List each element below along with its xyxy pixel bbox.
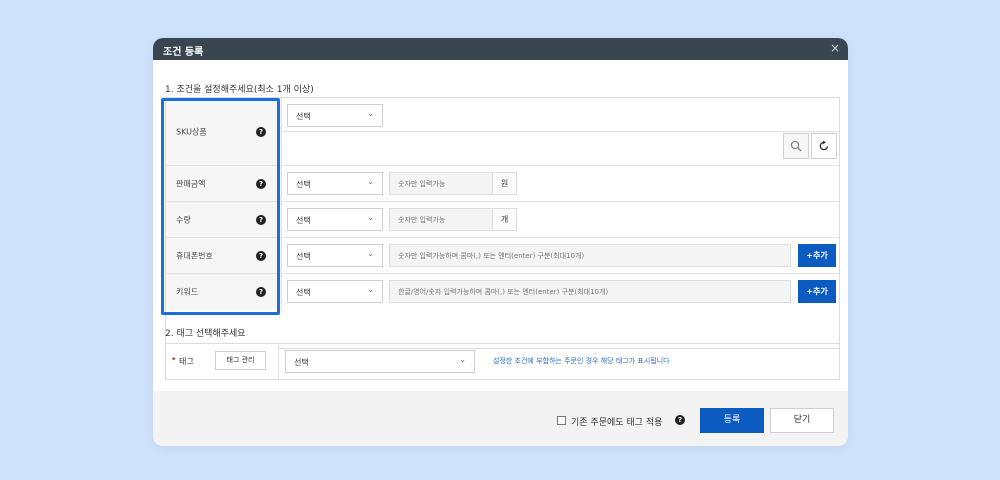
apply-existing-label[interactable]: 기존 주문에도 태그 적용 xyxy=(571,415,662,428)
condition-label-amount: 판매금액 ? xyxy=(166,166,282,201)
reset-button[interactable] xyxy=(811,133,837,159)
modal-title: 조건 등록 xyxy=(163,47,204,58)
keyword-select[interactable]: 선택 ⌄ xyxy=(287,280,383,303)
apply-existing-checkbox[interactable] xyxy=(557,416,566,425)
select-value: 선택 xyxy=(294,358,309,367)
condition-label-quantity: 수량 ? xyxy=(166,202,282,237)
search-button[interactable] xyxy=(783,133,809,159)
tag-label: 태그 xyxy=(179,357,194,366)
tag-hint-text: 설정한 조건에 부합하는 주문인 경우 해당 태그가 표시됩니다 xyxy=(493,357,670,365)
tag-manage-button[interactable]: 태그 관리 xyxy=(215,351,266,370)
quantity-input[interactable] xyxy=(389,208,493,231)
chevron-down-icon: ⌄ xyxy=(367,177,374,186)
register-button[interactable]: 등록 xyxy=(700,408,764,433)
modal-footer: 기존 주문에도 태그 적용 ? 등록 닫기 xyxy=(153,391,848,446)
help-icon[interactable]: ? xyxy=(256,214,266,225)
amount-input[interactable] xyxy=(389,172,493,195)
section-2-title: 2. 태그 선택해주세요 xyxy=(165,329,246,339)
condition-register-modal: 조건 등록 × 1. 조건을 설정해주세요(최소 1개 이상) SKU상품 ? … xyxy=(153,38,848,446)
condition-row-sku: SKU상품 ? 선택 ⌄ xyxy=(166,98,839,166)
help-icon[interactable]: ? xyxy=(675,415,685,425)
amount-select[interactable]: 선택 ⌄ xyxy=(287,172,383,195)
search-icon xyxy=(790,140,802,152)
help-icon[interactable]: ? xyxy=(256,287,266,297)
condition-label-text: SKU상품 xyxy=(176,127,207,136)
condition-label-text: 휴대폰번호 xyxy=(176,251,213,260)
chevron-down-icon: ⌄ xyxy=(459,355,466,364)
add-phone-button[interactable]: +추가 xyxy=(798,244,836,267)
condition-label-phone: 휴대폰번호 ? xyxy=(166,238,282,273)
condition-label-text: 키워드 xyxy=(176,287,199,297)
help-icon[interactable]: ? xyxy=(256,178,266,189)
condition-table: SKU상품 ? 선택 ⌄ 판매금액 ? 선택 ⌄ 숫자만 입력가능 원 수량 ?… xyxy=(165,97,840,349)
condition-label-text: 수량 xyxy=(176,215,191,224)
select-value: 선택 xyxy=(296,180,311,189)
chevron-down-icon: ⌄ xyxy=(367,285,374,294)
quantity-select[interactable]: 선택 ⌄ xyxy=(287,208,383,231)
select-value: 선택 xyxy=(296,252,311,261)
chevron-down-icon: ⌄ xyxy=(367,109,374,118)
condition-label-text: 판매금액 xyxy=(176,179,206,188)
sku-select[interactable]: 선택 ⌄ xyxy=(287,104,383,127)
phone-select[interactable]: 선택 ⌄ xyxy=(287,244,383,267)
tag-table: • 태그 태그 관리 선택 ⌄ 설정한 조건에 부합하는 주문인 경우 해당 태… xyxy=(165,343,840,380)
select-value: 선택 xyxy=(296,112,311,121)
close-button[interactable]: 닫기 xyxy=(770,408,834,433)
select-value: 선택 xyxy=(296,216,311,225)
phone-input[interactable] xyxy=(389,244,791,267)
help-icon[interactable]: ? xyxy=(256,126,266,137)
add-keyword-button[interactable]: +추가 xyxy=(798,280,836,303)
tag-select[interactable]: 선택 ⌄ xyxy=(285,350,475,373)
divider xyxy=(283,131,839,132)
condition-row-phone: 휴대폰번호 ? 선택 ⌄ +추가 xyxy=(166,238,839,274)
modal-titlebar: 조건 등록 × xyxy=(153,38,848,60)
chevron-down-icon: ⌄ xyxy=(367,213,374,222)
chevron-down-icon: ⌄ xyxy=(367,249,374,258)
keyword-input[interactable] xyxy=(389,280,791,303)
quantity-unit: 개 xyxy=(493,208,517,231)
tag-label-cell: • 태그 태그 관리 xyxy=(166,344,279,379)
condition-row-amount: 판매금액 ? 선택 ⌄ 원 xyxy=(166,166,839,202)
refresh-icon xyxy=(819,140,829,151)
amount-unit: 원 xyxy=(493,172,517,195)
close-icon[interactable]: × xyxy=(830,41,840,55)
condition-label-keyword: 키워드 ? xyxy=(166,274,282,310)
condition-row-keyword: 키워드 ? 선택 ⌄ +추가 xyxy=(166,274,839,310)
condition-row-quantity: 수량 ? 선택 ⌄ 개 xyxy=(166,202,839,238)
condition-label-sku: SKU상품 ? xyxy=(166,98,282,165)
required-mark: • xyxy=(171,355,177,365)
sku-search-input[interactable] xyxy=(287,133,777,159)
help-icon[interactable]: ? xyxy=(256,250,266,261)
section-1-title: 1. 조건을 설정해주세요(최소 1개 이상) xyxy=(165,85,314,95)
select-value: 선택 xyxy=(296,288,311,297)
